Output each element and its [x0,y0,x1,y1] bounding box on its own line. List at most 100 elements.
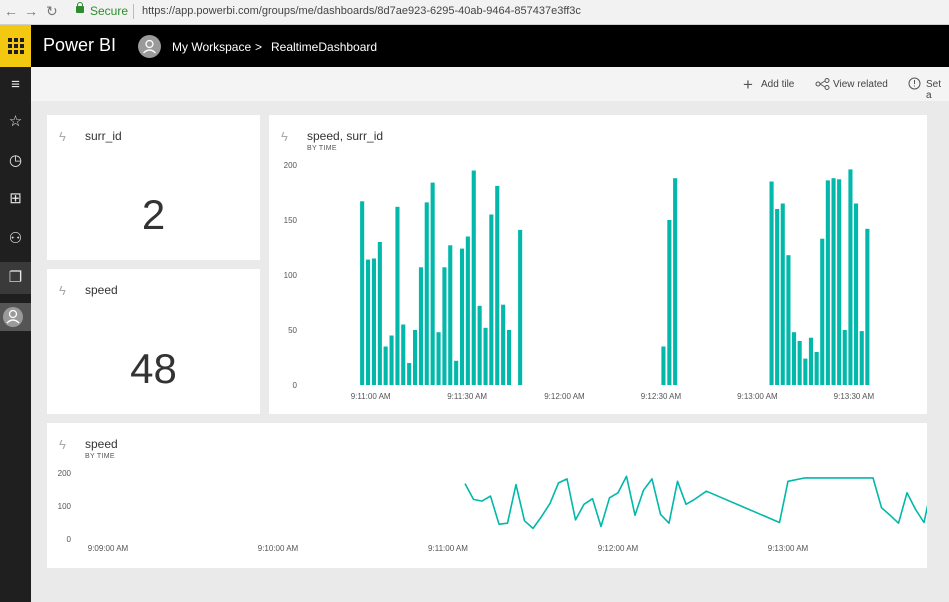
bar [460,248,465,385]
bar [442,267,447,385]
x-tick-label: 9:12:30 AM [641,392,682,401]
x-tick-label: 9:10:00 AM [258,544,299,553]
lock-icon [76,2,84,13]
brand-title[interactable]: Power BI [43,35,116,56]
bar [418,267,423,385]
bar [454,360,459,385]
bar [389,335,394,385]
x-tick-label: 9:11:00 AM [351,392,391,401]
workspaces-icon[interactable]: ❐ [0,262,31,294]
x-tick-label: 9:13:30 AM [834,392,875,401]
related-icon [815,78,830,93]
card-value: 48 [130,345,177,392]
line-chart: 0 100 200 9:09:00 AM 9:10:00 AM 9:11:00 AM 9:1… [58,469,927,553]
tile-title: speed [85,283,118,297]
breadcrumb-workspace[interactable]: My Workspace [172,40,251,54]
recent-clock-icon[interactable]: ◷ [0,151,31,169]
bar [786,255,791,385]
bar [465,236,470,385]
app-launcher-button[interactable] [0,25,31,67]
browser-address-bar: ← → ↻ Secure https://app.powerbi.com/gro… [0,0,949,25]
card-value: 2 [141,191,166,238]
speed-line-tile[interactable]: ϟ speed BY TIME 0 100 200 9:09:00 AM 9:10:00… [47,423,927,568]
lightning-icon: ϟ [59,283,66,298]
x-tick-label: 9:09:00 AM [88,544,129,553]
person-icon [143,39,156,54]
bar [792,332,797,385]
favorites-star-icon[interactable]: ☆ [0,112,31,130]
bar [501,304,506,385]
url-field[interactable]: https://app.powerbi.com/groups/me/dashbo… [142,5,581,17]
address-divider [133,4,134,19]
bar [797,341,802,385]
y-tick-label: 100 [58,502,72,511]
back-arrow-icon[interactable]: ← [4,3,18,19]
bar [471,170,476,385]
add-tile-button[interactable]: Add tile [761,79,794,90]
bar [407,363,412,385]
dashboard-action-bar: + Add tile View related Set a [31,67,949,101]
forward-arrow-icon[interactable]: → [24,3,38,19]
bar [360,201,365,385]
set-alert-button[interactable]: Set a [926,79,949,101]
bar [413,330,418,385]
menu-icon[interactable]: ≡ [0,76,31,93]
header-bar: Power BI My Workspace > RealtimeDashboar… [31,25,949,67]
bar [825,180,830,385]
bar [371,258,376,385]
bar [430,182,435,385]
y-tick-label: 0 [293,381,298,390]
bar [518,229,523,385]
bar [477,305,482,385]
x-tick-label: 9:12:00 AM [598,544,639,553]
breadcrumb-separator: > [255,40,263,54]
bar [808,337,813,385]
reload-icon[interactable]: ↻ [46,3,58,20]
bar [831,178,836,385]
y-tick-label: 50 [288,326,297,335]
y-tick-label: 0 [67,535,72,544]
bar [859,331,864,385]
bar [673,178,678,385]
bar [448,245,453,385]
bar [377,242,382,385]
bar [775,209,780,385]
view-related-button[interactable]: View related [833,79,888,90]
plus-icon: + [743,75,753,94]
x-tick-label: 9:13:00 AM [737,392,778,401]
bar [424,202,429,385]
apps-icon[interactable]: ⊞ [0,189,31,207]
bar [780,203,785,385]
tile-title: surr_id [85,129,122,143]
bar-chart: 0 50 100 150 200 9:11:00 AM 9:11:30 AM 9:12:00 … [284,161,875,401]
surr-id-card-tile[interactable]: ϟ surr_id 2 [47,115,260,260]
bar [366,259,371,385]
y-tick-label: 100 [284,271,298,280]
bar [848,169,853,385]
y-tick-label: 150 [284,216,298,225]
x-tick-label: 9:11:00 AM [428,544,468,553]
y-tick-label: 200 [284,161,298,170]
bar [395,206,400,385]
bar [489,214,494,385]
bar [661,346,666,385]
workspace-avatar-button[interactable] [0,303,31,331]
secure-label: Secure [90,4,129,18]
bar [837,179,842,385]
bar [814,352,819,385]
bar [401,324,406,385]
breadcrumb-dashboard: RealtimeDashboard [271,40,378,54]
user-avatar-icon [3,307,23,327]
app-launcher-icon [8,38,24,54]
x-tick-label: 9:12:00 AM [544,392,585,401]
x-tick-label: 9:11:30 AM [447,392,487,401]
speed-series-line [464,475,927,530]
bar [436,332,441,385]
shared-with-me-icon[interactable]: ⚇ [0,229,31,247]
workspace-avatar [138,35,161,58]
x-tick-label: 9:13:00 AM [768,544,809,553]
speed-card-tile[interactable]: ϟ speed 48 [47,269,260,414]
speed-surr-id-bar-tile[interactable]: ϟ speed, surr_id BY TIME 0 50 100 150 200 9:1… [269,115,927,414]
bar [495,185,500,385]
bar [865,228,870,385]
